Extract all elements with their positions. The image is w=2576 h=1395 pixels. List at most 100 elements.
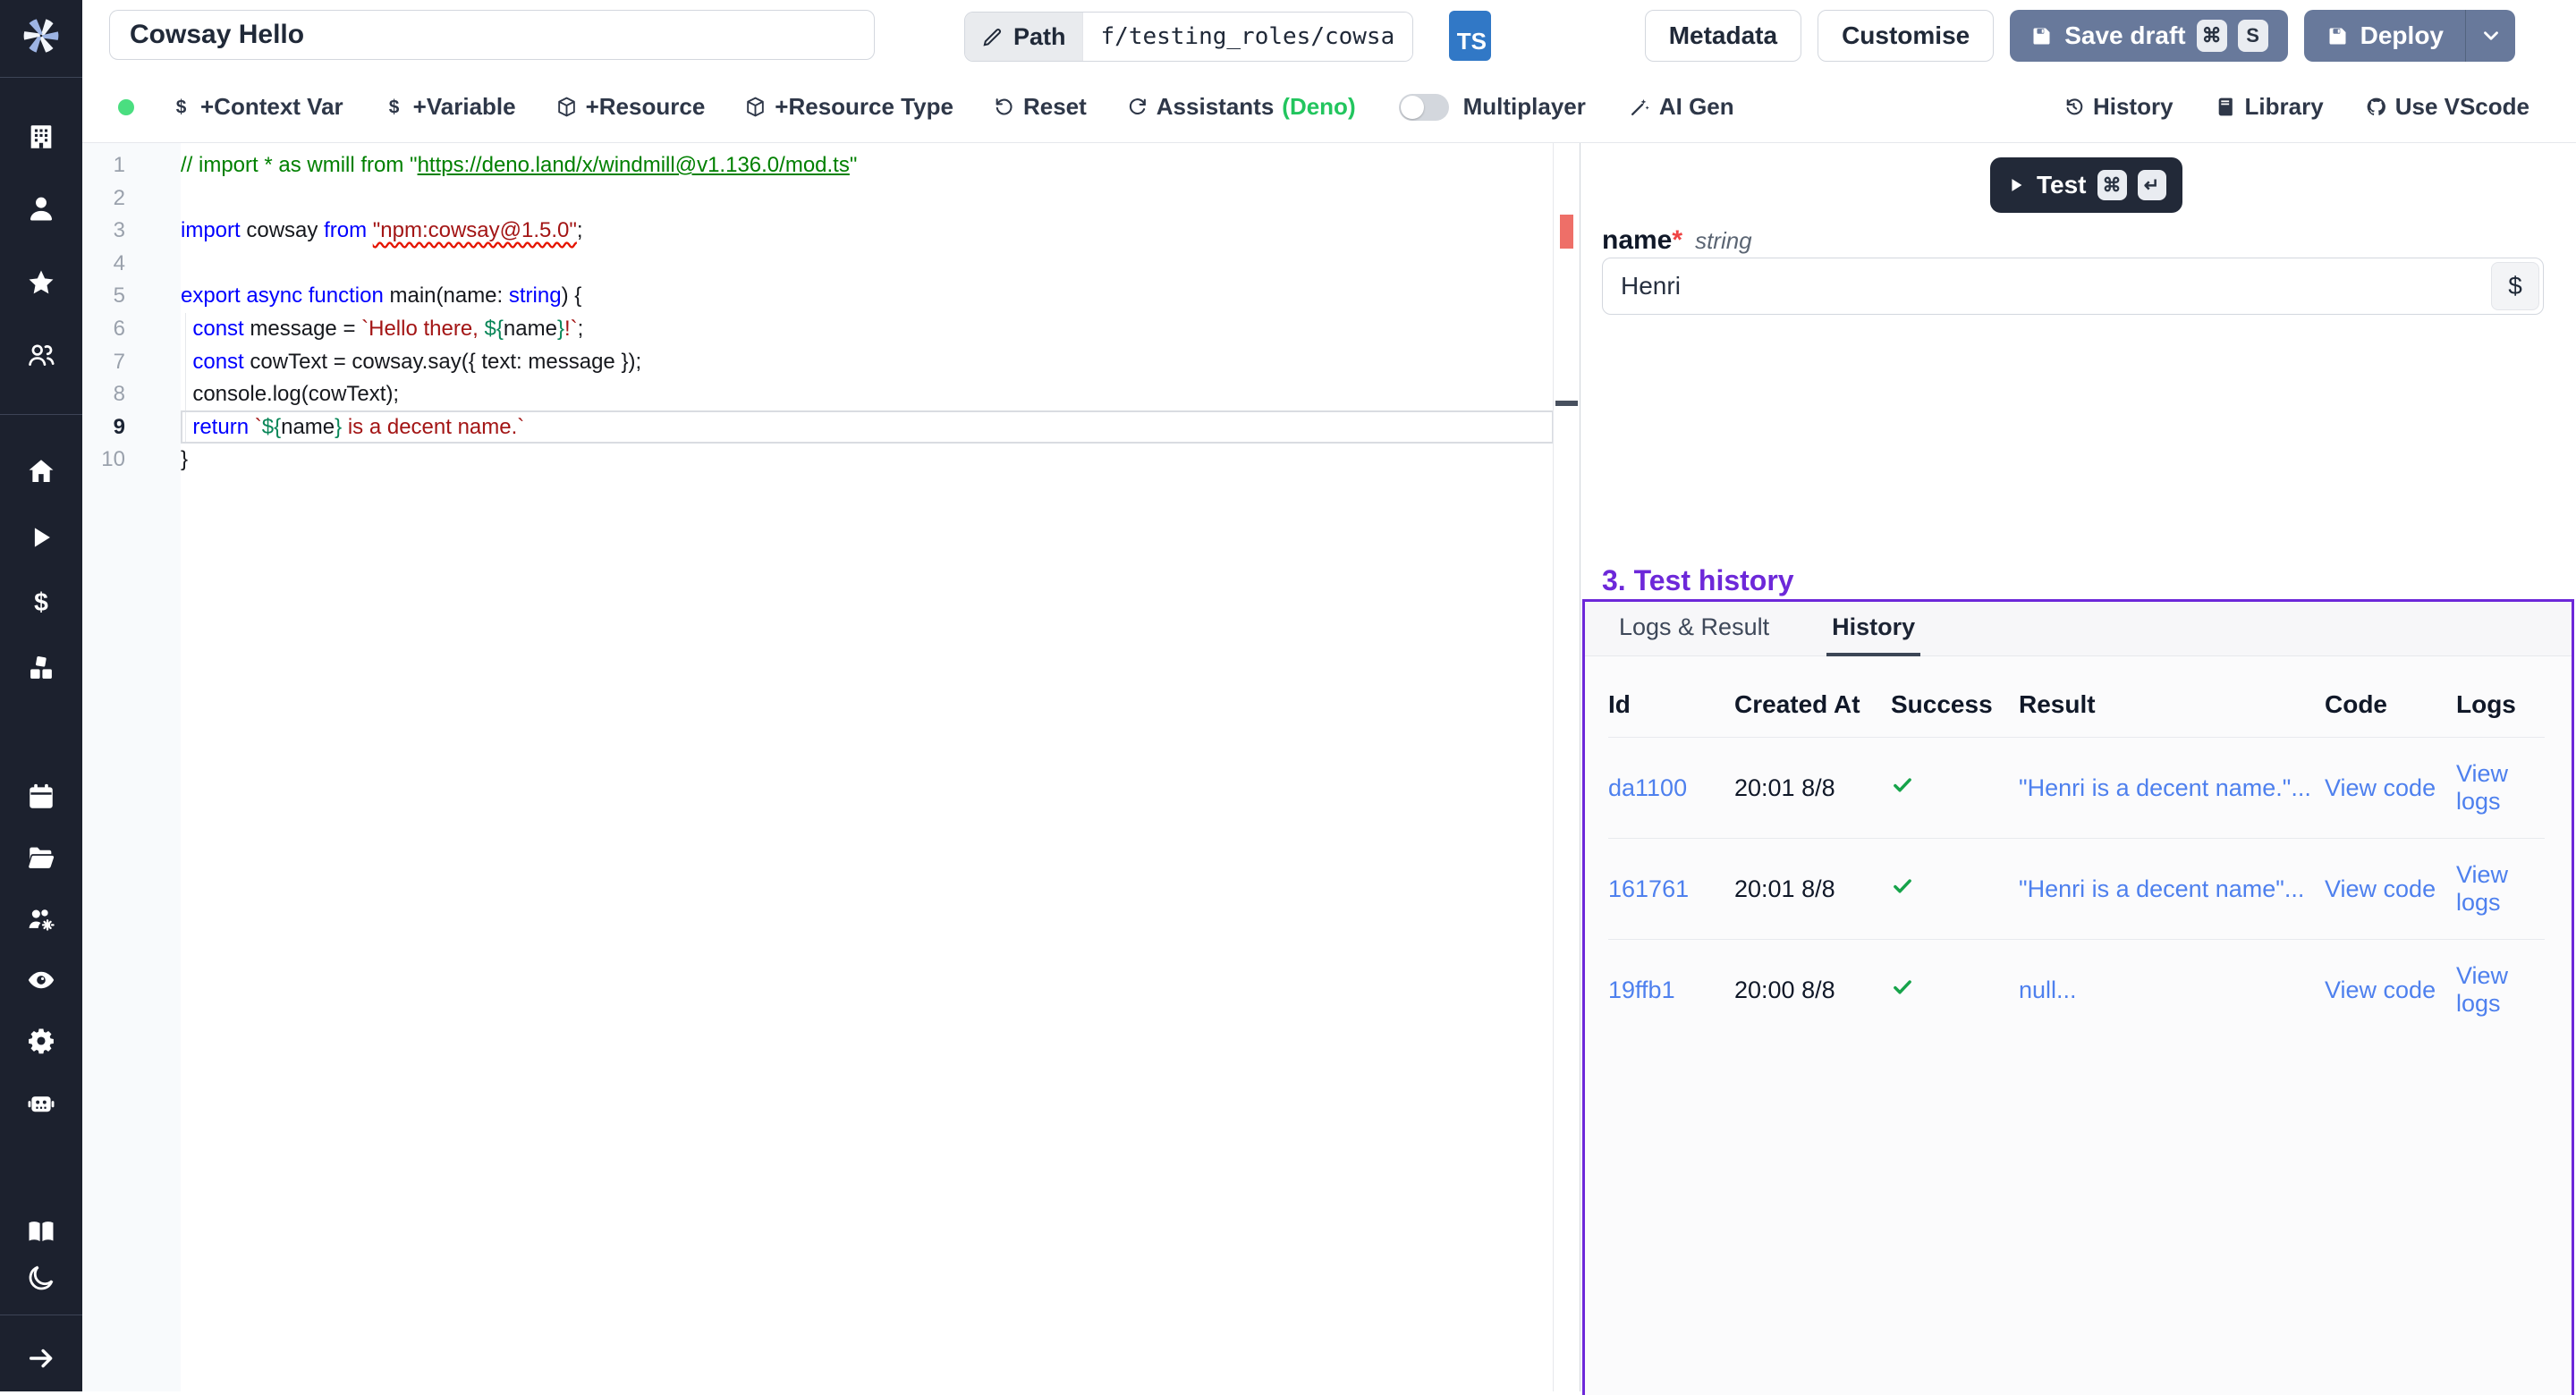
sidebar-item-user[interactable] xyxy=(26,193,56,224)
view-code-link[interactable]: View code xyxy=(2325,774,2436,801)
windmill-logo-icon[interactable] xyxy=(16,11,66,61)
path-button[interactable]: Path xyxy=(965,13,1082,61)
home-icon xyxy=(26,456,56,486)
view-code-link[interactable]: View code xyxy=(2325,875,2436,902)
sidebar-item-workspace[interactable] xyxy=(26,122,56,152)
add-context-var-button[interactable]: $+Context Var xyxy=(170,93,343,121)
use-vscode-button[interactable]: Use VScode xyxy=(2365,93,2529,121)
save-icon xyxy=(2029,24,2054,48)
test-button[interactable]: Test ⌘ ↵ xyxy=(1990,157,2182,213)
book-open-icon xyxy=(26,1216,56,1247)
sidebar-item-docs[interactable] xyxy=(26,1216,56,1247)
dollar-icon: $ xyxy=(26,588,56,618)
add-resource-type-button[interactable]: +Resource Type xyxy=(744,93,953,121)
save-icon xyxy=(2326,24,2350,48)
line-number: 8 xyxy=(82,378,125,411)
code-editor[interactable]: 1// import * as wmill from "https://deno… xyxy=(82,143,1580,1391)
tab-logs-result[interactable]: Logs & Result xyxy=(1614,602,1775,656)
sidebar-item-favorites[interactable] xyxy=(26,267,56,298)
deploy-dropdown-button[interactable] xyxy=(2465,10,2515,62)
package-icon xyxy=(555,96,578,118)
use-vscode-label: Use VScode xyxy=(2395,93,2529,121)
view-logs-link[interactable]: View logs xyxy=(2456,962,2508,1017)
preview-panel: Test ⌘ ↵ name* string $ 3. Test history … xyxy=(1580,143,2576,1391)
library-button[interactable]: Library xyxy=(2215,93,2324,121)
sidebar-item-resources[interactable] xyxy=(26,653,56,683)
column-header-logs: Logs xyxy=(2456,678,2545,738)
code-line-5: 5export async function main(name: string… xyxy=(82,280,1554,313)
sidebar-item-expand[interactable] xyxy=(26,1343,56,1374)
add-resource-label: +Resource xyxy=(586,93,706,121)
sidebar-item-folders[interactable] xyxy=(26,842,56,873)
view-logs-link[interactable]: View logs xyxy=(2456,861,2508,916)
customise-button[interactable]: Customise xyxy=(1818,10,1994,62)
editor-toolbar: $+Context Var $+Variable +Resource +Resourc… xyxy=(82,72,2576,143)
result-link[interactable]: null... xyxy=(2019,976,2077,1003)
view-logs-link[interactable]: View logs xyxy=(2456,760,2508,815)
line-number: 4 xyxy=(82,248,125,281)
add-resource-button[interactable]: +Resource xyxy=(555,93,706,121)
sidebar-item-variables[interactable]: $ xyxy=(26,588,56,618)
package-icon xyxy=(744,96,767,118)
view-code-link[interactable]: View code xyxy=(2325,976,2436,1003)
arg-name: name xyxy=(1602,225,1672,255)
sidebar-item-schedules[interactable] xyxy=(26,782,56,812)
refresh-icon xyxy=(1126,96,1148,118)
job-id-link[interactable]: 19ffb1 xyxy=(1608,976,1675,1003)
arrow-right-icon xyxy=(26,1343,56,1374)
add-resource-type-label: +Resource Type xyxy=(775,93,953,121)
add-variable-button[interactable]: $+Variable xyxy=(383,93,516,121)
history-button[interactable]: History xyxy=(2063,93,2174,121)
code-line-3: 3import cowsay from "npm:cowsay@1.5.0"; xyxy=(82,215,1554,248)
line-number: 1 xyxy=(82,149,125,182)
created-at: 20:00 8/8 xyxy=(1734,976,1835,1003)
metadata-button[interactable]: Metadata xyxy=(1645,10,1801,62)
topbar-actions: Metadata Customise Save draft ⌘ S Deploy xyxy=(1645,10,2515,62)
ai-gen-button[interactable]: AI Gen xyxy=(1629,93,1734,121)
result-link[interactable]: "Henri is a decent name."... xyxy=(2019,774,2311,801)
column-header-result: Result xyxy=(2019,678,2325,738)
sidebar-item-workers[interactable] xyxy=(26,1088,56,1119)
job-id-link[interactable]: da1100 xyxy=(1608,774,1687,801)
assistants-button[interactable]: Assistants (Deno) xyxy=(1126,93,1356,121)
success-check-icon xyxy=(1891,875,1914,898)
sidebar-item-audit-logs[interactable] xyxy=(26,965,56,995)
pencil-icon xyxy=(981,25,1004,48)
created-at: 20:01 8/8 xyxy=(1734,774,1835,801)
octocat-icon xyxy=(2365,96,2387,118)
path-value[interactable]: f/testing_roles/cowsa xyxy=(1082,13,1413,61)
overview-ruler[interactable] xyxy=(1553,143,1580,1391)
job-id-link[interactable]: 161761 xyxy=(1608,875,1689,902)
deploy-label: Deploy xyxy=(2360,21,2444,50)
save-draft-button[interactable]: Save draft ⌘ S xyxy=(2010,10,2287,62)
script-title-input[interactable] xyxy=(109,10,875,60)
deploy-button[interactable]: Deploy xyxy=(2304,10,2465,62)
sidebar-item-groups-admin[interactable] xyxy=(26,904,56,934)
result-link[interactable]: "Henri is a decent name"... xyxy=(2019,875,2304,902)
sidebar-item-settings[interactable] xyxy=(26,1026,56,1056)
line-number: 9 xyxy=(82,411,125,444)
assistants-label: Assistants xyxy=(1157,93,1275,121)
insert-variable-button[interactable]: $ xyxy=(2491,262,2539,310)
multiplayer-toggle[interactable]: Multiplayer xyxy=(1399,93,1586,121)
name-argument-input[interactable] xyxy=(1602,258,2544,315)
sidebar: $ xyxy=(0,0,82,1391)
code-line-7: 7 const cowText = cowsay.say({ text: mes… xyxy=(82,346,1554,379)
column-header-created-at: Created At xyxy=(1734,678,1891,738)
sidebar-divider xyxy=(0,414,82,415)
sidebar-item-groups[interactable] xyxy=(26,340,56,370)
sidebar-item-dark-mode[interactable] xyxy=(26,1263,56,1293)
column-header-success: Success xyxy=(1891,678,2019,738)
sidebar-item-runs[interactable] xyxy=(26,522,56,553)
code-text: const message = `Hello there, ${name}!`; xyxy=(181,313,583,346)
users-icon xyxy=(26,340,56,370)
tab-history[interactable]: History xyxy=(1826,602,1920,656)
reset-button[interactable]: Reset xyxy=(993,93,1087,121)
line-number: 10 xyxy=(82,444,125,477)
sidebar-item-home[interactable] xyxy=(26,456,56,486)
history-label: History xyxy=(2093,93,2174,121)
test-history-panel: Logs & ResultHistory IdCreated AtSuccess… xyxy=(1582,599,2574,1395)
toggle-switch[interactable] xyxy=(1399,94,1449,121)
error-marker xyxy=(1560,215,1573,249)
users-gear-icon xyxy=(26,904,56,934)
